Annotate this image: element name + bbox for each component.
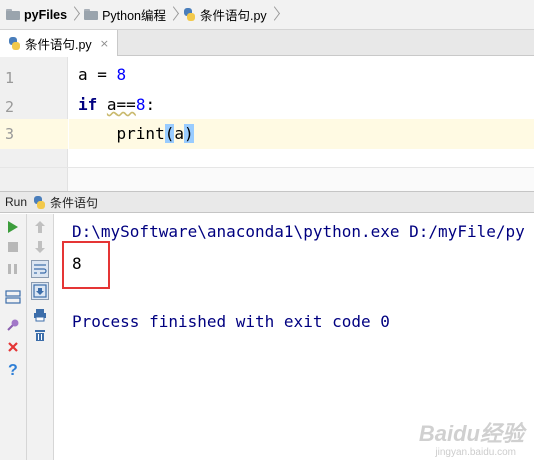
run-config-name[interactable]: 条件语句 <box>50 194 98 211</box>
scroll-up-button[interactable] <box>31 218 49 236</box>
scroll-to-end-button[interactable] <box>31 282 49 300</box>
rerun-button[interactable] <box>4 218 22 236</box>
breadcrumb: pyFiles Python编程 条件语句.py <box>0 0 534 30</box>
chevron-right-icon <box>169 0 179 29</box>
code-token: a <box>174 124 184 143</box>
close-icon <box>8 342 18 352</box>
print-icon <box>34 309 46 322</box>
tab-file-label: 条件语句.py <box>25 37 92 52</box>
code-token: = <box>87 65 117 84</box>
python-file-icon <box>183 8 196 21</box>
code-token: ( <box>164 124 175 143</box>
python-file-icon <box>33 195 46 209</box>
run-panel-header: Run 条件语句 <box>0 191 534 213</box>
layout-icon <box>5 290 21 304</box>
soft-wrap-icon <box>34 264 47 274</box>
watermark-url: jingyan.baidu.com <box>435 447 516 458</box>
breadcrumb-project-label: pyFiles <box>24 7 68 22</box>
trash-icon <box>35 330 45 341</box>
run-toolbar-secondary <box>27 214 54 460</box>
breadcrumb-folder-label: Python编程 <box>102 9 166 23</box>
pin-button[interactable] <box>4 316 22 334</box>
output-highlight-box <box>62 241 110 289</box>
line-number: 1 <box>5 69 15 87</box>
stop-icon <box>8 242 18 252</box>
console-exit-message: Process finished with exit code 0 <box>72 312 390 331</box>
breadcrumb-folder[interactable]: Python编程 <box>84 0 166 29</box>
line-number: 2 <box>5 98 15 116</box>
code-token: : <box>145 95 156 114</box>
print-button[interactable] <box>31 306 49 324</box>
code-token: == <box>116 95 136 114</box>
close-icon[interactable]: × <box>100 37 109 50</box>
scroll-to-end-icon <box>33 284 47 298</box>
tab-file[interactable]: 条件语句.py × <box>0 30 118 56</box>
watermark-logo: Baidu经验 <box>418 421 524 446</box>
line-number: 3 <box>5 125 15 143</box>
close-button[interactable] <box>4 338 22 356</box>
help-button[interactable]: ? <box>4 360 22 378</box>
python-file-icon <box>8 36 21 50</box>
chevron-right-icon <box>270 0 280 29</box>
layout-button[interactable] <box>4 288 22 306</box>
chevron-right-icon <box>70 0 80 29</box>
editor-tab-bar: 条件语句.py × <box>0 30 534 56</box>
code-token: a <box>106 95 117 114</box>
code-line-2: if a==8: <box>78 90 155 120</box>
pause-button[interactable] <box>4 260 22 278</box>
code-area[interactable]: a = 8 if a==8: print(a) <box>69 57 534 167</box>
svg-text:?: ? <box>8 362 18 377</box>
breadcrumb-project[interactable]: pyFiles <box>6 0 68 29</box>
editor-empty-area <box>0 167 534 192</box>
line-number-gutter: 1 2 3 <box>0 57 68 167</box>
arrow-up-icon <box>35 221 45 233</box>
run-toolbar-primary: ? <box>0 214 27 460</box>
pin-icon <box>7 319 19 331</box>
pause-icon <box>8 264 17 274</box>
run-panel-title: Run <box>5 195 28 209</box>
code-number: 8 <box>135 95 146 114</box>
code-function: print <box>116 124 165 143</box>
help-icon: ? <box>8 362 18 377</box>
breadcrumb-file-label: 条件语句.py <box>200 9 267 23</box>
line-number-gutter <box>0 168 68 192</box>
soft-wrap-button[interactable] <box>31 260 49 278</box>
folder-icon <box>84 9 99 20</box>
scroll-down-button[interactable] <box>31 238 49 256</box>
code-token: a <box>78 65 88 84</box>
folder-icon <box>6 9 20 20</box>
console-command-line: D:\mySoftware\anaconda1\python.exe D:/my… <box>72 222 525 241</box>
code-keyword: if <box>78 95 98 114</box>
code-line-3: print(a) <box>78 119 194 149</box>
code-editor[interactable]: 1 2 3 a = 8 if a==8: print(a) <box>0 57 534 167</box>
arrow-down-icon <box>35 241 45 253</box>
play-icon <box>8 221 18 233</box>
code-token: ) <box>183 124 194 143</box>
code-number: 8 <box>116 65 127 84</box>
breadcrumb-file[interactable]: 条件语句.py <box>183 0 267 29</box>
clear-all-button[interactable] <box>31 326 49 344</box>
stop-button[interactable] <box>4 238 22 256</box>
code-line-1: a = 8 <box>78 60 126 90</box>
